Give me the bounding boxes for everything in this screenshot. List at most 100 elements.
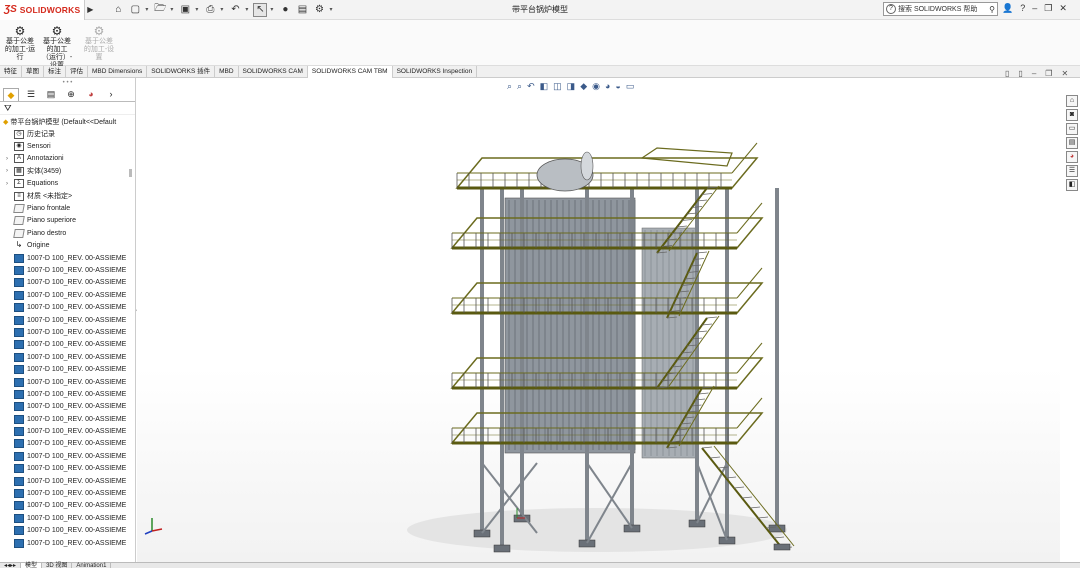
settings-icon[interactable]: ⚙ <box>312 3 326 17</box>
dimxpert-tab-icon[interactable]: ⊕ <box>63 88 79 101</box>
tree-part-row[interactable]: 1007-D 100_REV. 00-ASSIEME <box>0 450 135 462</box>
custom-properties-icon[interactable]: ☰ <box>1066 165 1078 177</box>
options-icon[interactable]: ▤ <box>295 3 309 17</box>
tree-part-row[interactable]: 1007-D 100_REV. 00-ASSIEME <box>0 339 135 351</box>
tree-node[interactable]: Piano frontale <box>0 202 135 214</box>
home-icon[interactable]: ⌂ <box>1066 95 1078 107</box>
tree-node[interactable]: Piano destro <box>0 227 135 239</box>
tree-node[interactable]: ≡ 材质 <未指定> <box>0 190 135 202</box>
panel-grip[interactable]: • • • <box>0 78 135 88</box>
tab-mbd-dimensions[interactable]: MBD Dimensions <box>88 66 148 78</box>
tree-part-row[interactable]: 1007-D 100_REV. 00-ASSIEME <box>0 252 135 264</box>
expand-arrow-icon[interactable]: › <box>6 181 14 187</box>
tab-solidworks-addins[interactable]: SOLIDWORKS 插件 <box>147 66 216 78</box>
design-library-icon[interactable]: ▭ <box>1066 123 1078 135</box>
tree-part-row[interactable]: 1007-D 100_REV. 00-ASSIEME <box>0 326 135 338</box>
zoom-to-fit-icon[interactable]: ⌕ <box>507 81 512 92</box>
section-view-icon[interactable]: ◧ <box>540 81 549 92</box>
tree-part-row[interactable]: 1007-D 100_REV. 00-ASSIEME <box>0 301 135 313</box>
tree-part-row[interactable]: 1007-D 100_REV. 00-ASSIEME <box>0 525 135 537</box>
home-icon[interactable]: ⌂ <box>111 3 125 17</box>
dynamic-annotation-icon[interactable]: ◫ <box>553 81 562 92</box>
tree-node[interactable]: ◉ Sensori <box>0 140 135 152</box>
previous-view-icon[interactable]: ↶ <box>527 81 535 92</box>
tree-part-row[interactable]: 1007-D 100_REV. 00-ASSIEME <box>0 512 135 524</box>
rebuild-icon[interactable]: ● <box>278 3 292 17</box>
tab-solidworks-inspection[interactable]: SOLIDWORKS Inspection <box>393 66 478 78</box>
help-search-input[interactable]: ? 搜索 SOLIDWORKS 帮助 ⚲ <box>883 2 998 16</box>
edit-appearance-icon[interactable]: ◕ <box>605 81 610 92</box>
tolerance-machining-setup-button[interactable]: ⚙ 基于公差的加工（运行）-设置 <box>40 24 74 70</box>
close-icon[interactable]: ✕ <box>1059 3 1067 14</box>
apply-scene-icon[interactable]: ◒ <box>615 81 620 92</box>
tree-part-row[interactable]: 1007-D 100_REV. 00-ASSIEME <box>0 289 135 301</box>
tree-part-row[interactable]: 1007-D 100_REV. 00-ASSIEME <box>0 425 135 437</box>
tree-node[interactable]: › A Annotazioni <box>0 153 135 165</box>
view-settings-icon[interactable]: ▭ <box>626 81 635 92</box>
tile-icon[interactable]: ▯ <box>1005 69 1009 78</box>
tree-part-row[interactable]: 1007-D 100_REV. 00-ASSIEME <box>0 413 135 425</box>
panel-scrollbar[interactable] <box>129 169 132 177</box>
expand-arrow-icon[interactable]: › <box>6 156 14 162</box>
restore-icon[interactable]: ❐ <box>1044 3 1052 14</box>
feature-manager-tab-icon[interactable]: ◆ <box>3 88 19 101</box>
view-orientation-icon[interactable]: ◨ <box>567 81 576 92</box>
file-explorer-icon[interactable]: ▤ <box>1066 137 1078 149</box>
tab-mbd[interactable]: MBD <box>215 66 239 78</box>
expand-arrow-icon[interactable]: › <box>6 168 14 174</box>
chevron-down-icon[interactable]: ▾ <box>195 6 198 13</box>
tolerance-machining-run-button[interactable]: ⚙ 基于公差的加工-运行 <box>3 24 37 62</box>
graphics-viewport[interactable] <box>137 78 1060 562</box>
zoom-to-area-icon[interactable]: ⌕ <box>517 81 522 92</box>
new-icon[interactable]: ▢ <box>128 3 142 17</box>
chevron-down-icon[interactable]: ▾ <box>220 6 223 13</box>
tab-solidworks-cam-tbm[interactable]: SOLIDWORKS CAM TBM <box>307 66 393 78</box>
more-tabs-icon[interactable]: › <box>103 88 119 101</box>
tab-sketch[interactable]: 草图 <box>22 66 44 78</box>
hide-show-icon[interactable]: ◉ <box>592 81 600 92</box>
configuration-manager-tab-icon[interactable]: ▤ <box>43 88 59 101</box>
search-icon[interactable]: ⚲ <box>989 5 995 14</box>
tree-node[interactable]: Piano superiore <box>0 215 135 227</box>
minimize-icon[interactable]: – <box>1032 69 1036 78</box>
tolerance-setup-disabled-button[interactable]: ⚙ 基于公差的加工-设置 <box>82 24 116 62</box>
tab-features[interactable]: 特征 <box>0 66 22 78</box>
tree-part-row[interactable]: 1007-D 100_REV. 00-ASSIEME <box>0 277 135 289</box>
tree-part-row[interactable]: 1007-D 100_REV. 00-ASSIEME <box>0 264 135 276</box>
tree-part-row[interactable]: 1007-D 100_REV. 00-ASSIEME <box>0 487 135 499</box>
open-icon[interactable]: 🗁 <box>153 3 167 17</box>
tab-3d-views[interactable]: 3D 视图 <box>42 563 73 569</box>
minimize-icon[interactable]: – <box>1032 3 1037 14</box>
tree-root[interactable]: ◆ 带平台锅炉模型 (Default<<Default <box>0 115 135 128</box>
restore-icon[interactable]: ❐ <box>1045 69 1052 78</box>
property-manager-tab-icon[interactable]: ☰ <box>23 88 39 101</box>
tree-part-row[interactable]: 1007-D 100_REV. 00-ASSIEME <box>0 537 135 549</box>
tree-part-row[interactable]: 1007-D 100_REV. 00-ASSIEME <box>0 463 135 475</box>
close-icon[interactable]: ✕ <box>1061 69 1068 78</box>
filter-icon[interactable]: ⛛ <box>0 102 135 115</box>
select-icon[interactable]: ↖ <box>253 2 268 17</box>
tree-part-row[interactable]: 1007-D 100_REV. 00-ASSIEME <box>0 314 135 326</box>
display-style-icon[interactable]: ◆ <box>580 81 587 92</box>
tree-node[interactable]: ◷ 历史记录 <box>0 128 135 140</box>
tab-solidworks-cam[interactable]: SOLIDWORKS CAM <box>239 66 308 78</box>
tab-model[interactable]: 模型 <box>21 563 43 569</box>
tree-node[interactable]: › ▦ 实体(3459) <box>0 165 135 177</box>
menu-arrow-icon[interactable]: ▶ <box>85 5 95 14</box>
tree-node[interactable]: › Σ Equations <box>0 178 135 190</box>
question-icon[interactable]: ? <box>1020 3 1025 14</box>
tree-part-row[interactable]: 1007-D 100_REV. 00-ASSIEME <box>0 351 135 363</box>
display-manager-tab-icon[interactable]: ◕ <box>83 88 99 101</box>
forum-icon[interactable]: ◧ <box>1066 179 1078 191</box>
resources-icon[interactable]: ◙ <box>1066 109 1078 121</box>
tree-part-row[interactable]: 1007-D 100_REV. 00-ASSIEME <box>0 500 135 512</box>
split-icon[interactable]: ▯ <box>1018 69 1022 78</box>
chevron-down-icon[interactable]: ▾ <box>270 6 273 13</box>
tree-part-row[interactable]: 1007-D 100_REV. 00-ASSIEME <box>0 363 135 375</box>
tab-markup[interactable]: 标注 <box>44 66 66 78</box>
bottom-scroll-arrows[interactable]: ◂◂▸▸ <box>0 563 22 569</box>
user-icon[interactable]: 👤 <box>1002 3 1013 14</box>
tree-part-row[interactable]: 1007-D 100_REV. 00-ASSIEME <box>0 438 135 450</box>
chevron-down-icon[interactable]: ▾ <box>245 6 248 13</box>
tree-part-row[interactable]: 1007-D 100_REV. 00-ASSIEME <box>0 475 135 487</box>
